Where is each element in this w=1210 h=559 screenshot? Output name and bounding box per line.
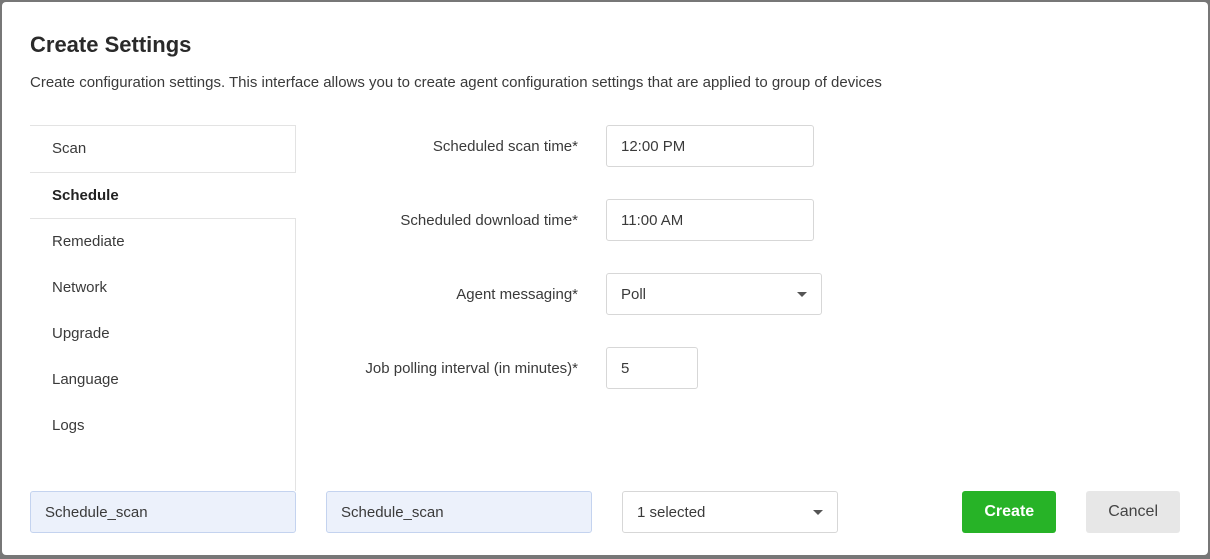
sidebar-item-logs[interactable]: Logs [30, 403, 295, 449]
sidebar-item-language[interactable]: Language [30, 357, 295, 403]
group-select-value: 1 selected [637, 504, 705, 521]
chevron-down-icon [797, 292, 807, 297]
label-scheduled-scan-time: Scheduled scan time* [326, 138, 606, 155]
sidebar-item-remediate[interactable]: Remediate [30, 219, 295, 265]
modal-header: Create Settings Create configuration set… [2, 2, 1208, 91]
row-job-polling-interval: Job polling interval (in minutes)* [326, 347, 1180, 389]
label-job-polling-interval: Job polling interval (in minutes)* [326, 360, 606, 377]
sidebar-item-label: Logs [52, 417, 85, 434]
page-title: Create Settings [30, 32, 1180, 58]
sidebar-item-label: Network [52, 279, 107, 296]
label-agent-messaging: Agent messaging* [326, 286, 606, 303]
agent-messaging-select[interactable]: Poll [606, 273, 822, 315]
label-scheduled-download-time: Scheduled download time* [326, 212, 606, 229]
sidebar-item-scan[interactable]: Scan [30, 126, 295, 172]
sidebar-item-label: Schedule [52, 187, 119, 204]
cancel-button[interactable]: Cancel [1086, 491, 1180, 533]
scheduled-download-time-input[interactable] [606, 199, 814, 241]
sidebar-item-network[interactable]: Network [30, 265, 295, 311]
settings-name-input-1[interactable] [30, 491, 296, 533]
modal-footer: 1 selected Create Cancel [2, 491, 1208, 555]
settings-tabs-sidebar: Scan Schedule Remediate Network Upgrade … [30, 125, 296, 491]
create-button[interactable]: Create [962, 491, 1056, 533]
group-select[interactable]: 1 selected [622, 491, 838, 533]
create-settings-modal: Create Settings Create configuration set… [2, 2, 1208, 555]
sidebar-item-label: Language [52, 371, 119, 388]
row-scheduled-scan-time: Scheduled scan time* [326, 125, 1180, 167]
sidebar-item-schedule[interactable]: Schedule [30, 172, 295, 219]
sidebar-item-label: Scan [52, 140, 86, 157]
modal-content: Scan Schedule Remediate Network Upgrade … [2, 91, 1208, 491]
settings-name-input-2[interactable] [326, 491, 592, 533]
page-subtitle: Create configuration settings. This inte… [30, 74, 1180, 91]
job-polling-interval-input[interactable] [606, 347, 698, 389]
sidebar-item-label: Remediate [52, 233, 125, 250]
sidebar-item-upgrade[interactable]: Upgrade [30, 311, 295, 357]
agent-messaging-value: Poll [621, 286, 646, 303]
chevron-down-icon [813, 510, 823, 515]
row-agent-messaging: Agent messaging* Poll [326, 273, 1180, 315]
row-scheduled-download-time: Scheduled download time* [326, 199, 1180, 241]
schedule-form: Scheduled scan time* Scheduled download … [296, 121, 1180, 491]
sidebar-item-label: Upgrade [52, 325, 110, 342]
scheduled-scan-time-input[interactable] [606, 125, 814, 167]
